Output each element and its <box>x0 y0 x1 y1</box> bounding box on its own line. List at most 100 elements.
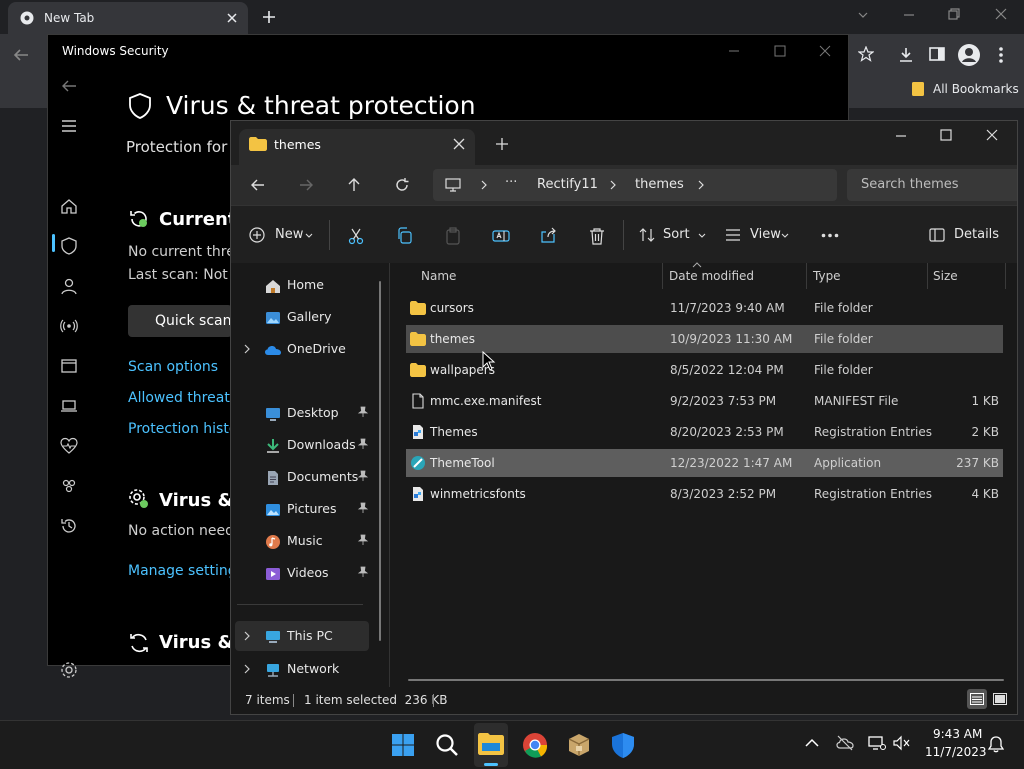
back-arrow-icon[interactable] <box>60 77 78 95</box>
minimize-icon[interactable] <box>895 130 907 142</box>
sidebar-item-pictures[interactable]: Pictures <box>231 494 389 524</box>
paste-icon[interactable] <box>444 227 462 245</box>
taskbar-clock-time[interactable]: 9:43 AM <box>933 727 982 741</box>
bookmark-star-icon[interactable] <box>858 46 874 62</box>
chevron-right-icon[interactable] <box>243 344 251 354</box>
chevron-right-icon[interactable] <box>480 180 488 190</box>
column-divider[interactable] <box>662 263 663 289</box>
explorer-tab-themes[interactable]: themes <box>239 129 475 165</box>
file-row-mmc-manifest[interactable]: mmc.exe.manifest 9/2/2023 7:53 PM MANIFE… <box>406 387 1003 415</box>
minimize-icon[interactable] <box>728 45 740 57</box>
sidebar-item-desktop[interactable]: Desktop <box>231 398 389 428</box>
restore-icon[interactable] <box>948 8 960 20</box>
profile-avatar[interactable] <box>958 44 980 66</box>
breadcrumb-rectify11[interactable]: Rectify11 <box>537 177 598 192</box>
protection-history-link[interactable]: Protection histor <box>128 421 243 437</box>
file-row-themes[interactable]: themes 10/9/2023 11:30 AM File folder <box>406 325 1003 353</box>
column-header-date-modified[interactable]: Date modified <box>669 269 754 283</box>
pin-icon[interactable] <box>357 566 369 578</box>
file-row-cursors[interactable]: cursors 11/7/2023 9:40 AM File folder <box>406 294 1003 322</box>
network-status-icon[interactable] <box>868 735 886 751</box>
more-options-icon[interactable] <box>821 233 839 238</box>
chevron-right-icon[interactable] <box>243 631 251 641</box>
volume-muted-icon[interactable] <box>893 735 911 751</box>
search-icon[interactable] <box>433 731 461 759</box>
sidebar-scrollbar[interactable] <box>379 281 381 641</box>
delete-trash-icon[interactable] <box>588 227 606 245</box>
address-bar[interactable]: ··· Rectify11 themes <box>433 169 837 201</box>
new-tab-icon[interactable] <box>496 138 508 150</box>
column-header-size[interactable]: Size <box>933 269 958 283</box>
protection-history-icon[interactable] <box>60 517 78 535</box>
pin-icon[interactable] <box>357 470 369 482</box>
pin-icon[interactable] <box>357 502 369 514</box>
sidebar-item-music[interactable]: Music <box>231 526 389 556</box>
chevron-up-icon[interactable] <box>805 738 819 748</box>
share-icon[interactable] <box>540 227 558 245</box>
more-menu-icon[interactable] <box>998 46 1004 64</box>
copy-icon[interactable] <box>396 227 414 245</box>
file-row-winmetricsfonts[interactable]: winmetricsfonts 8/3/2023 2:52 PM Registr… <box>406 480 1003 508</box>
maximize-icon[interactable] <box>774 45 786 57</box>
device-security-icon[interactable] <box>60 397 78 415</box>
refresh-icon[interactable] <box>394 177 410 193</box>
chrome-tab-new-tab[interactable]: New Tab <box>8 2 248 34</box>
account-icon[interactable] <box>60 277 78 295</box>
quick-scan-button[interactable]: Quick scan <box>128 305 232 337</box>
breadcrumb-overflow[interactable]: ··· <box>505 175 517 190</box>
taskbar-clock-date[interactable]: 11/7/2023 <box>925 745 987 759</box>
side-panel-icon[interactable] <box>929 46 945 62</box>
shield-icon[interactable] <box>60 237 78 255</box>
pin-icon[interactable] <box>357 406 369 418</box>
chrome-icon[interactable] <box>521 731 549 759</box>
start-windows-icon[interactable] <box>389 731 417 759</box>
sidebar-item-this-pc[interactable]: This PC <box>235 621 369 651</box>
sidebar-item-videos[interactable]: Videos <box>231 558 389 588</box>
tiles-view-icon[interactable] <box>993 693 1007 705</box>
close-icon[interactable] <box>819 45 831 57</box>
column-header-type[interactable]: Type <box>813 269 841 283</box>
breadcrumb-themes[interactable]: themes <box>635 177 684 192</box>
sidebar-item-onedrive[interactable]: OneDrive <box>231 334 389 364</box>
chevron-right-icon[interactable] <box>243 664 251 674</box>
sidebar-item-network[interactable]: Network <box>231 654 389 684</box>
manage-settings-link[interactable]: Manage settings <box>128 563 244 579</box>
close-icon[interactable] <box>986 129 998 141</box>
horizontal-scrollbar[interactable] <box>408 679 1004 681</box>
scan-options-link[interactable]: Scan options <box>128 359 218 375</box>
close-icon[interactable] <box>995 8 1007 20</box>
search-box[interactable]: Search themes <box>847 169 1017 201</box>
download-icon[interactable] <box>897 46 915 64</box>
notification-bell-icon[interactable] <box>988 735 1004 753</box>
column-divider[interactable] <box>927 263 928 289</box>
new-tab-icon[interactable] <box>262 10 276 24</box>
all-bookmarks-label[interactable]: All Bookmarks <box>933 82 1019 96</box>
family-options-icon[interactable] <box>60 477 78 495</box>
home-icon[interactable] <box>60 197 78 215</box>
column-divider[interactable] <box>806 263 807 289</box>
file-row-themetool[interactable]: ThemeTool 12/23/2022 1:47 AM Application… <box>406 449 1003 477</box>
sidebar-item-documents[interactable]: Documents <box>231 462 389 492</box>
sidebar-item-gallery[interactable]: Gallery <box>231 302 389 332</box>
chevron-right-icon[interactable] <box>609 180 617 190</box>
package-installer-icon[interactable] <box>565 731 593 759</box>
back-arrow-icon[interactable] <box>12 46 30 64</box>
close-tab-icon[interactable] <box>453 138 465 150</box>
device-health-icon[interactable] <box>60 437 78 455</box>
taskbar-file-explorer[interactable] <box>474 723 508 767</box>
allowed-threats-link[interactable]: Allowed threats <box>128 390 237 406</box>
up-arrow-icon[interactable] <box>346 177 362 193</box>
settings-gear-icon[interactable] <box>60 661 78 679</box>
firewall-network-icon[interactable] <box>60 317 78 335</box>
column-header-name[interactable]: Name <box>421 269 456 283</box>
windows-security-shield-icon[interactable] <box>609 731 637 759</box>
new-button[interactable]: New <box>249 226 315 246</box>
onedrive-offline-icon[interactable] <box>836 735 854 751</box>
maximize-icon[interactable] <box>940 129 952 141</box>
pin-icon[interactable] <box>357 534 369 546</box>
cut-icon[interactable] <box>347 227 365 245</box>
sidebar-item-downloads[interactable]: Downloads <box>231 430 389 460</box>
hamburger-menu-icon[interactable] <box>60 117 78 135</box>
file-row-themes-reg[interactable]: Themes 8/20/2023 2:53 PM Registration En… <box>406 418 1003 446</box>
chevron-down-icon[interactable] <box>857 9 869 21</box>
